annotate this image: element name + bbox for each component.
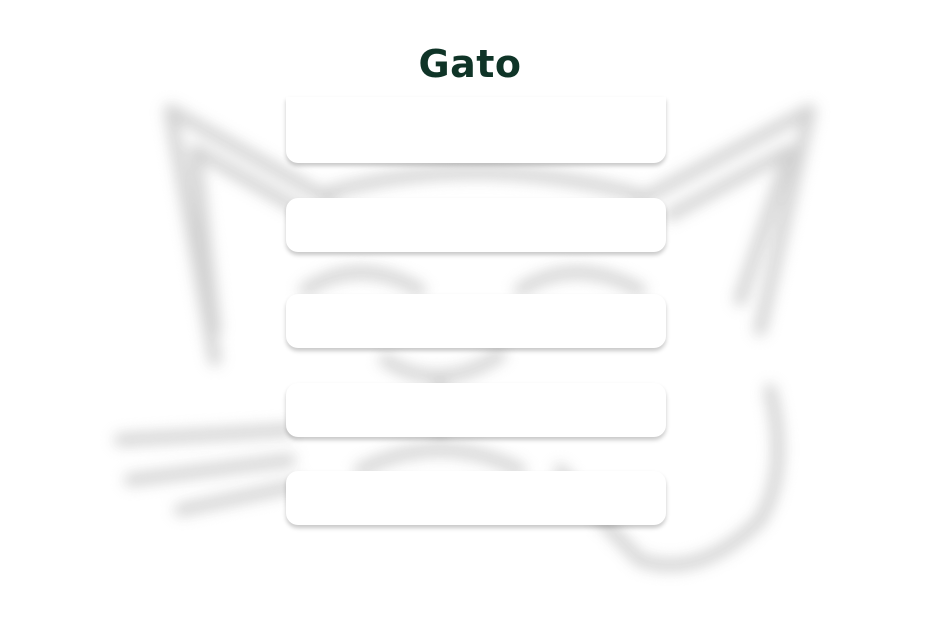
app-screen: Gato	[0, 0, 940, 631]
option-list	[286, 0, 666, 631]
option-button-4[interactable]	[286, 383, 666, 437]
page-title: Gato	[418, 42, 522, 86]
option-button-1[interactable]	[286, 97, 666, 163]
option-button-2[interactable]	[286, 198, 666, 252]
option-button-5[interactable]	[286, 471, 666, 525]
option-button-3[interactable]	[286, 294, 666, 348]
